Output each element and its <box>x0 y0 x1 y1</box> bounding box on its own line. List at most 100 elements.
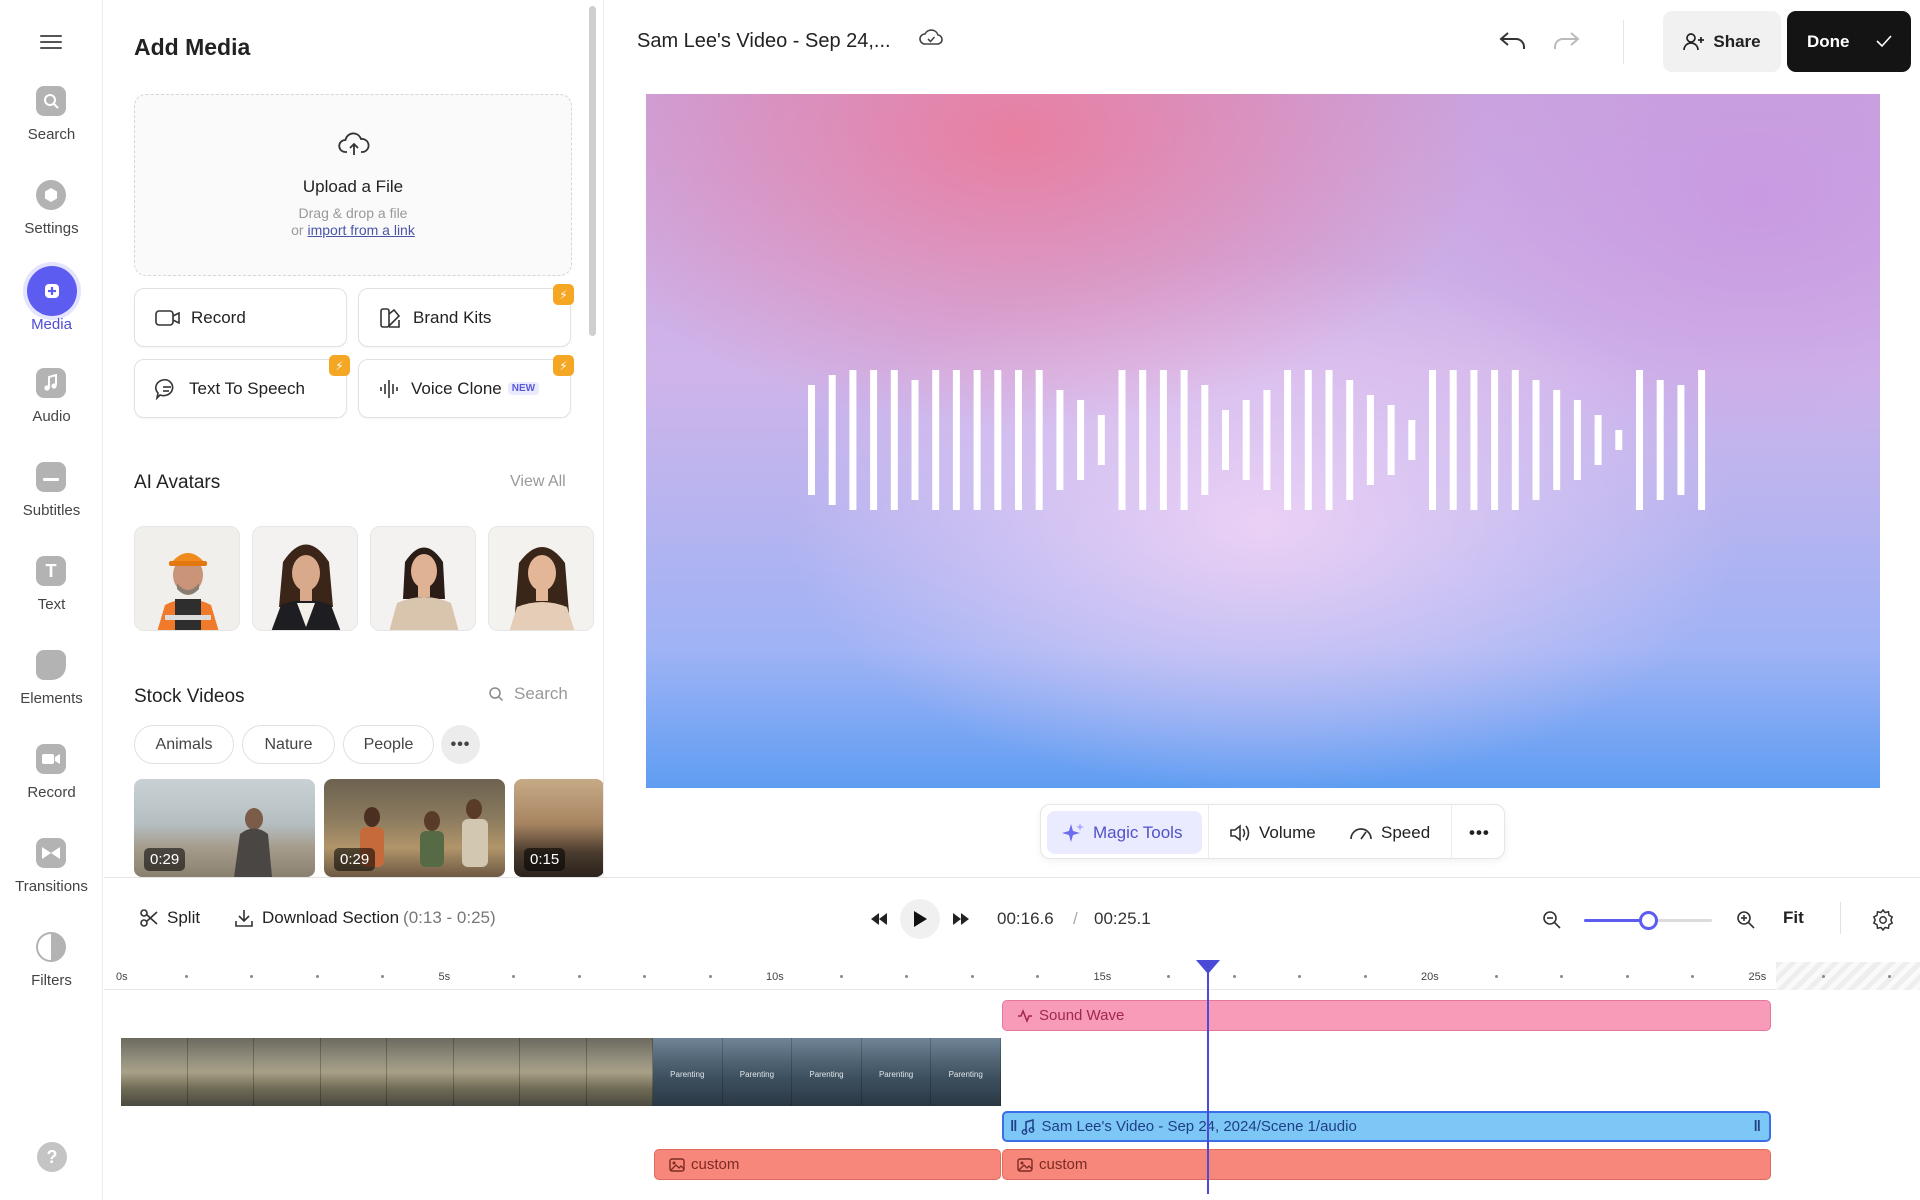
toolbar-divider <box>1840 902 1841 934</box>
undo-icon[interactable] <box>1498 30 1528 52</box>
project-title[interactable]: Sam Lee's Video - Sep 24,... <box>637 30 891 53</box>
wave-bar <box>1118 370 1126 510</box>
record-button[interactable]: Record <box>134 288 347 347</box>
video-frame <box>520 1038 587 1106</box>
rail-item-transitions[interactable]: Transitions <box>0 838 103 918</box>
wave-bar <box>1139 370 1147 510</box>
wave-bar <box>1263 390 1271 490</box>
rail-item-media[interactable]: Media <box>0 266 103 358</box>
time-ruler[interactable]: 0s 5s 10s 15s 20s 25s <box>104 962 1920 990</box>
ruler-tick <box>970 975 974 978</box>
custom-clip-label: custom <box>691 1156 740 1173</box>
rail-label: Subtitles <box>22 502 81 519</box>
wave-bar <box>1180 370 1188 510</box>
volume-button[interactable]: Volume <box>1229 805 1316 860</box>
wave-bar <box>1325 370 1333 510</box>
help-icon[interactable]: ? <box>37 1142 67 1172</box>
checkmark-icon <box>1876 35 1892 48</box>
elements-icon <box>36 650 66 680</box>
stock-video-thumbnail[interactable]: 0:29 <box>134 779 315 877</box>
upload-subtitle: Drag & drop a file <box>298 205 408 221</box>
timeline-settings-icon[interactable] <box>1872 909 1894 931</box>
video-preview-canvas[interactable] <box>646 94 1880 788</box>
search-icon <box>489 687 504 702</box>
voice-clone-button[interactable]: Voice Clone NEW <box>358 359 571 418</box>
split-button[interactable]: Split <box>139 908 200 928</box>
panel-scrollbar[interactable] <box>589 6 596 336</box>
chip-animals[interactable]: Animals <box>134 725 234 764</box>
zoom-slider[interactable] <box>1584 911 1712 930</box>
chip-nature[interactable]: Nature <box>242 725 335 764</box>
hamburger-menu-icon[interactable] <box>40 31 62 51</box>
share-button[interactable]: Share <box>1663 11 1781 72</box>
video-duration: 0:29 <box>144 848 186 871</box>
avatar-thumbnail[interactable] <box>252 526 358 631</box>
magic-tools-button[interactable]: Magic Tools <box>1047 811 1202 854</box>
avatar-thumbnail[interactable] <box>488 526 594 631</box>
playhead[interactable] <box>1207 962 1209 1194</box>
video-track-clip[interactable]: Parenting Parenting Parenting Parenting Pare… <box>121 1038 1001 1106</box>
image-icon <box>669 1157 685 1172</box>
rail-item-subtitles[interactable]: Subtitles <box>0 462 103 542</box>
sound-wave-clip[interactable]: Sound Wave <box>1002 1000 1771 1031</box>
custom-clip[interactable]: custom <box>654 1149 1001 1180</box>
rail-label: Filters <box>31 972 72 989</box>
avatar-thumbnail[interactable] <box>370 526 476 631</box>
timeline[interactable]: 0s 5s 10s 15s 20s 25s Sound Wave Parenting Par… <box>104 962 1920 1200</box>
import-link[interactable]: import from a link <box>307 222 414 238</box>
clip-toolbar: Magic Tools Volume Speed ••• <box>1040 804 1505 860</box>
stock-search-field[interactable]: Search <box>488 684 568 704</box>
volume-label: Volume <box>1259 822 1316 842</box>
stock-video-thumbnail[interactable]: 0:29 <box>324 779 505 877</box>
video-duration: 0:29 <box>334 848 376 871</box>
audio-clip[interactable]: ‖ Sam Lee's Video - Sep 24, 2024/Scene 1… <box>1002 1111 1771 1142</box>
text-to-speech-button[interactable]: Text To Speech <box>134 359 347 418</box>
avatar-thumbnail[interactable] <box>134 526 240 631</box>
speedometer-icon <box>1350 827 1372 839</box>
view-all-link[interactable]: View All <box>510 473 566 491</box>
speed-button[interactable]: Speed <box>1349 805 1430 860</box>
rail-item-text[interactable]: T Text <box>0 556 103 636</box>
playhead-handle[interactable] <box>1196 960 1220 974</box>
rail-item-record[interactable]: Record <box>0 744 103 824</box>
text-icon: T <box>36 556 66 586</box>
rail-item-filters[interactable]: Filters <box>0 932 103 1012</box>
ruler-tick <box>1625 975 1629 978</box>
sound-wave-label: Sound Wave <box>1039 1007 1125 1024</box>
more-chips-icon[interactable]: ••• <box>441 725 480 764</box>
wave-bar <box>1015 370 1022 510</box>
fast-forward-icon[interactable] <box>942 900 980 938</box>
rail-item-audio[interactable]: Audio <box>0 368 103 448</box>
wave-bar <box>973 370 981 510</box>
sparkle-icon <box>1062 822 1084 842</box>
stock-video-thumbnail[interactable]: 0:15 <box>514 779 603 877</box>
cloud-saved-icon <box>919 29 943 45</box>
download-section-button[interactable]: Download Section (0:13 - 0:25) <box>234 908 496 928</box>
ruler-tick <box>381 975 384 978</box>
brand-kits-button[interactable]: Brand Kits <box>358 288 571 347</box>
rail-item-elements[interactable]: Elements <box>0 650 103 730</box>
play-icon[interactable] <box>900 899 940 939</box>
ruler-tick <box>1232 975 1236 978</box>
clip-trim-handle-left[interactable]: ‖ <box>1010 1118 1017 1135</box>
zoom-out-icon[interactable] <box>1542 910 1562 930</box>
chip-people[interactable]: People <box>343 725 434 764</box>
done-button[interactable]: Done <box>1787 11 1911 72</box>
rail-label: Record <box>27 784 76 801</box>
zoom-slider-handle[interactable] <box>1639 911 1658 930</box>
zoom-in-icon[interactable] <box>1736 910 1756 930</box>
total-time: 00:25.1 <box>1094 909 1151 928</box>
clip-trim-handle-right[interactable]: ‖ <box>1754 1118 1761 1135</box>
settings-icon <box>36 180 66 210</box>
upload-dropzone[interactable]: Upload a File Drag & drop a file or impo… <box>134 94 572 276</box>
rail-item-search[interactable]: Search <box>0 86 103 166</box>
rail-item-settings[interactable]: Settings <box>0 180 103 260</box>
fit-button[interactable]: Fit <box>1783 908 1804 928</box>
wave-bar <box>1429 370 1436 510</box>
wave-bar <box>932 370 940 510</box>
more-options-icon[interactable]: ••• <box>1469 805 1490 860</box>
ruler-tick <box>1494 975 1498 978</box>
rewind-icon[interactable] <box>860 900 898 938</box>
redo-icon[interactable] <box>1551 30 1581 52</box>
custom-clip[interactable]: custom <box>1002 1149 1771 1180</box>
